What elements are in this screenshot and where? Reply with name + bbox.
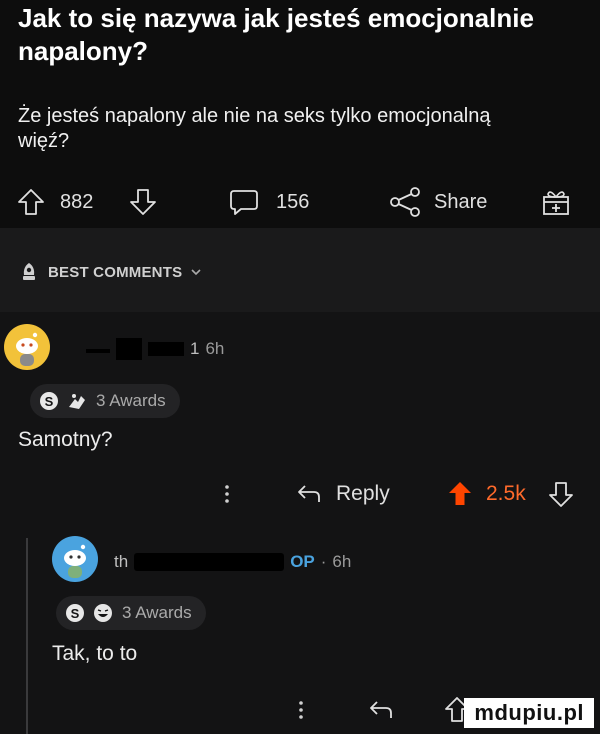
sort-label: BEST COMMENTS	[48, 263, 183, 281]
snoo-avatar-icon	[16, 332, 38, 366]
silver-award-icon: S	[66, 604, 84, 622]
post-container: Jak to się nazywa jak jesteś emocjonalni…	[0, 0, 600, 228]
comment-time: 6h	[205, 339, 225, 358]
upvote-arrow-icon	[18, 189, 44, 215]
share-icon	[390, 187, 420, 217]
laughing-face-award-icon	[94, 604, 112, 622]
sort-bar: BEST COMMENTS	[0, 228, 600, 312]
op-badge: OP	[290, 552, 315, 571]
redacted-username	[134, 553, 285, 571]
snoo-avatar-icon	[64, 544, 86, 578]
reply-button[interactable]: Reply	[296, 476, 390, 512]
avatar[interactable]	[52, 536, 98, 582]
hands-award-icon	[69, 394, 85, 409]
username[interactable]: 1	[190, 339, 199, 359]
comment-time: 6h	[332, 552, 352, 571]
awards-count: 3 Awards	[96, 391, 166, 410]
comment-bubble-icon	[230, 190, 258, 215]
more-vertical-icon	[299, 701, 303, 719]
upvote-button[interactable]	[446, 476, 474, 512]
upvote-filled-icon	[449, 482, 471, 505]
reply-label: Reply	[336, 482, 390, 505]
comments-button[interactable]: 156	[228, 182, 309, 222]
downvote-button[interactable]	[548, 476, 574, 512]
redacted-username	[116, 338, 142, 360]
comments-section: 1 6h S 3 Awards Samotny? Reply 2.5k th O…	[0, 312, 600, 734]
reply-arrow-icon	[298, 485, 320, 502]
avatar[interactable]	[4, 324, 50, 370]
downvote-arrow-icon	[549, 482, 573, 507]
comment-score: 2.5k	[486, 482, 526, 505]
more-vertical-icon	[225, 485, 229, 503]
chevron-down-icon	[191, 269, 201, 276]
silver-award-icon: S	[40, 392, 58, 410]
more-options-button[interactable]	[222, 476, 232, 512]
upvote-button[interactable]	[16, 182, 46, 222]
comment-meta: 1 6h	[86, 338, 224, 360]
more-options-button[interactable]	[296, 692, 306, 728]
post-action-bar: 882 156 Share	[0, 182, 600, 222]
vote-count: 882	[60, 190, 94, 213]
comment-count: 156	[276, 190, 310, 213]
share-label: Share	[434, 190, 488, 213]
downvote-arrow-icon	[130, 189, 156, 215]
comment-meta: th OP · 6h	[114, 552, 352, 572]
post-body: Że jesteś napalony ale nie na seks tylko…	[18, 105, 491, 152]
rocket-sort-icon	[23, 263, 35, 280]
awards-pill[interactable]: S 3 Awards	[56, 596, 206, 630]
gift-award-icon	[543, 191, 569, 215]
thread-line[interactable]	[26, 538, 28, 734]
username[interactable]: th	[114, 552, 128, 572]
post-title[interactable]: Jak to się nazywa jak jesteś emocjonalni…	[18, 2, 538, 68]
comment-text: Tak, to to	[52, 642, 138, 665]
sort-selector[interactable]: BEST COMMENTS	[18, 261, 202, 283]
award-button[interactable]	[540, 182, 572, 222]
awards-pill[interactable]: S 3 Awards	[30, 384, 180, 418]
reply-arrow-icon	[370, 701, 392, 718]
watermark: mdupiu.pl	[464, 698, 594, 728]
downvote-button[interactable]	[128, 182, 158, 222]
comment-text: Samotny?	[18, 428, 113, 451]
redacted-username	[148, 342, 184, 356]
redacted-username	[86, 349, 110, 353]
reply-button[interactable]	[368, 692, 394, 728]
awards-count: 3 Awards	[122, 603, 192, 622]
share-button[interactable]: Share	[388, 182, 487, 222]
